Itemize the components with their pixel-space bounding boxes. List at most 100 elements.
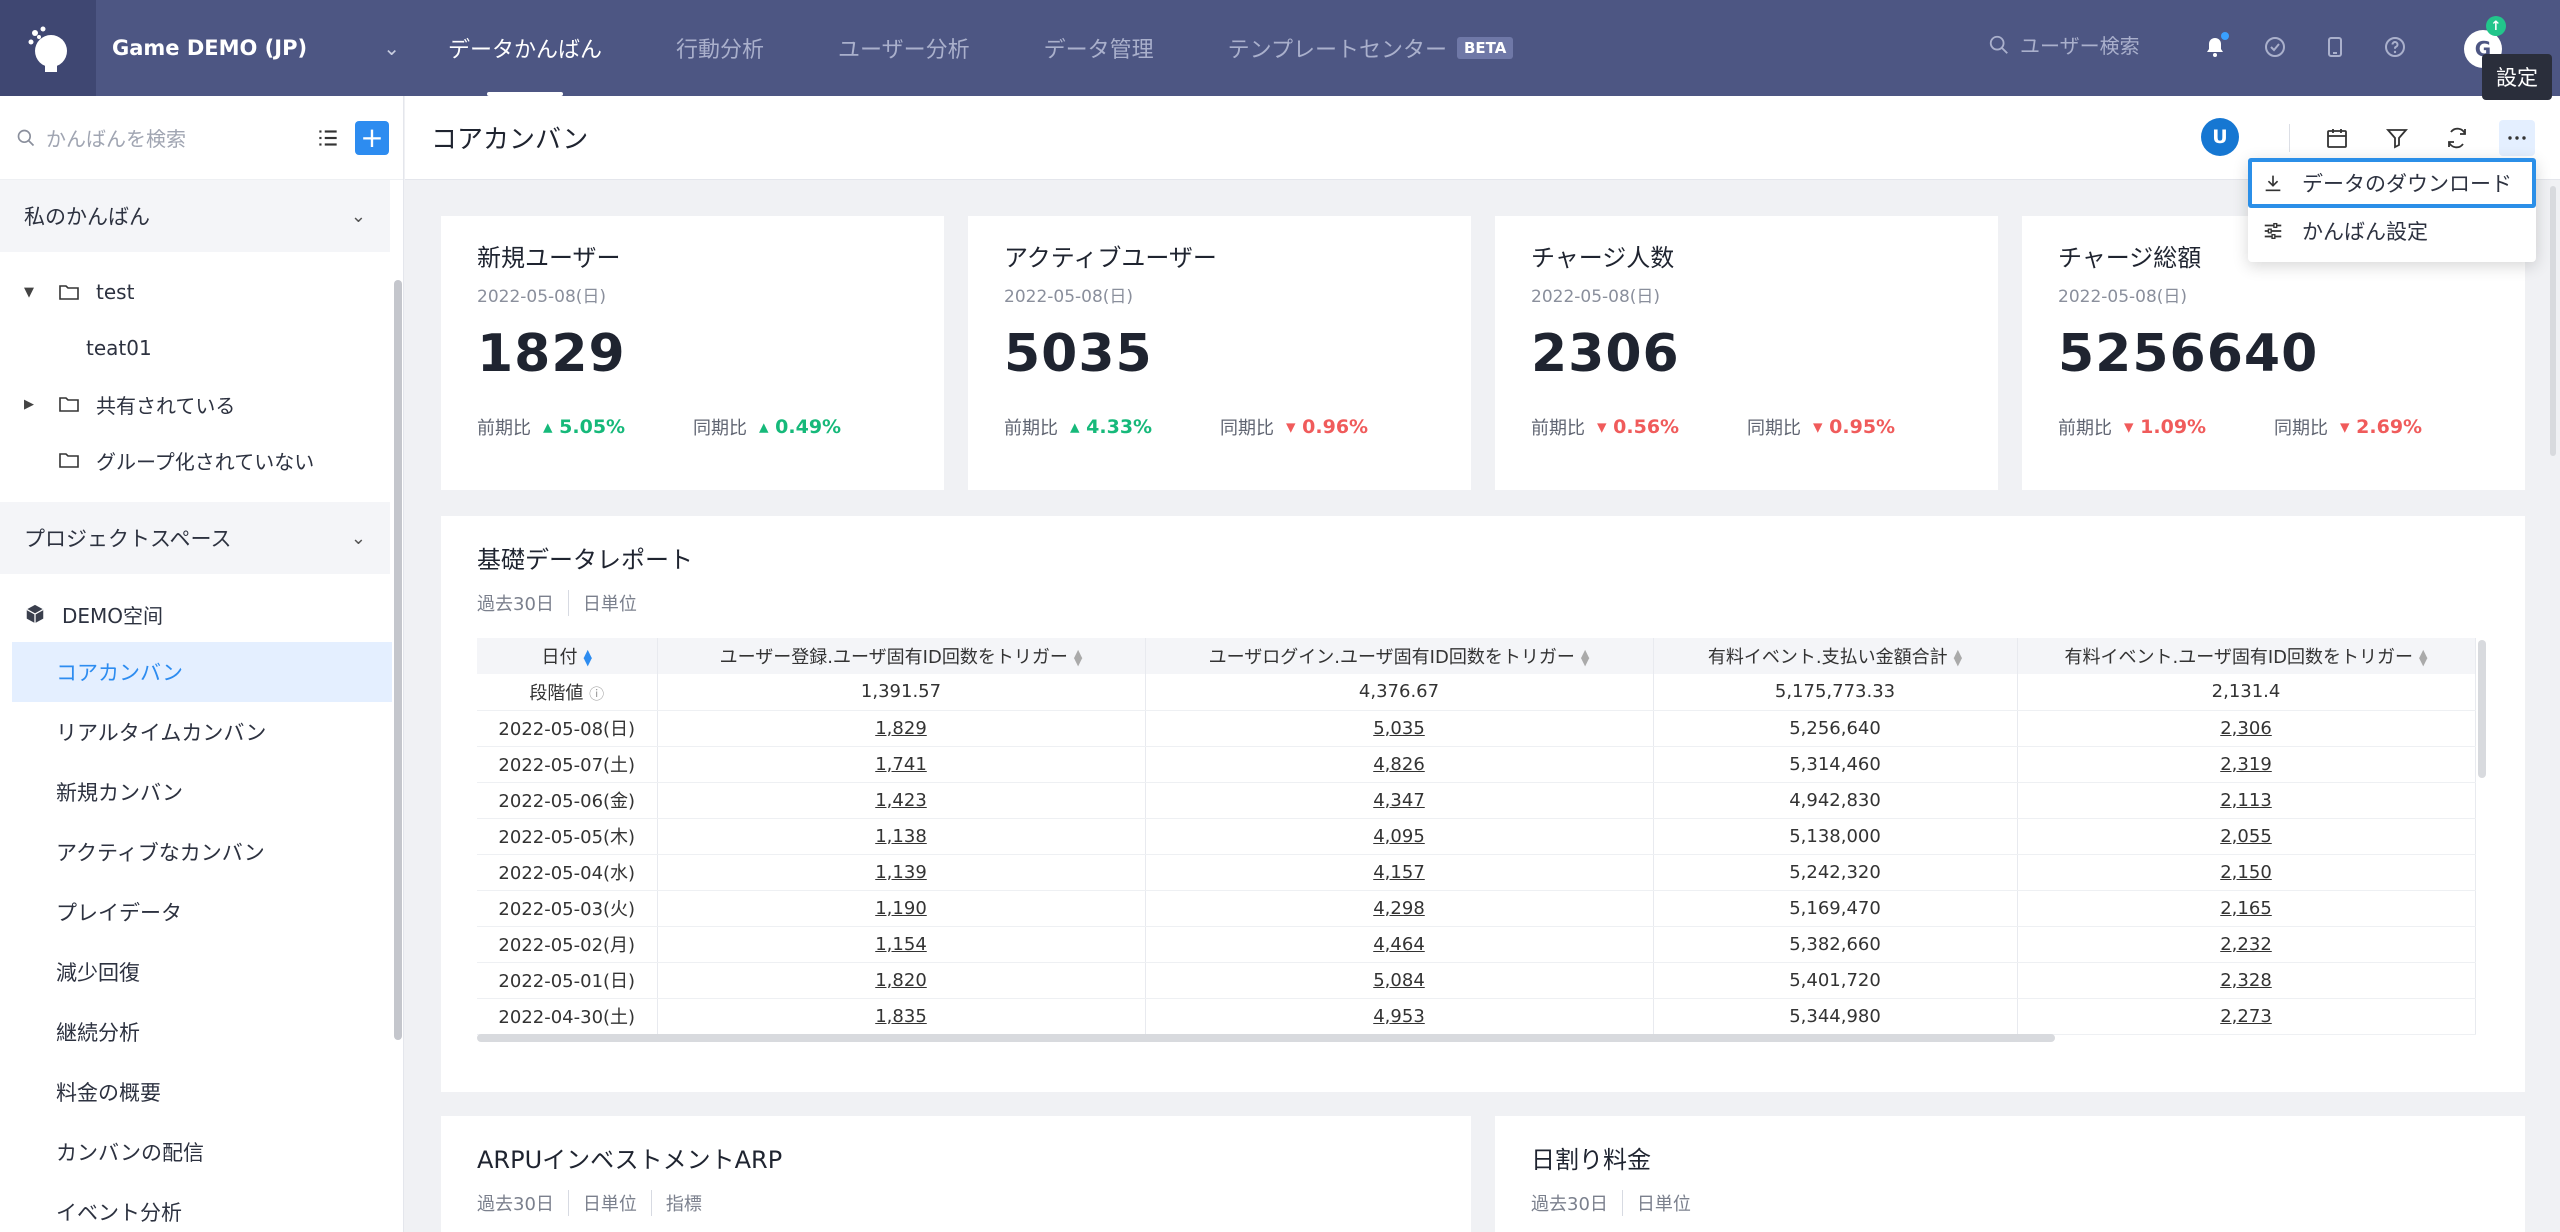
tasks-button[interactable] [2258, 30, 2292, 64]
nav-template-center[interactable]: テンプレートセンター BETA [1228, 0, 1514, 96]
table-link-cell[interactable]: 1,835 [657, 998, 1146, 1035]
table-link-cell[interactable]: 1,820 [657, 962, 1146, 999]
app-logo[interactable] [0, 0, 96, 96]
kanban-search-input[interactable]: かんばんを検索 [46, 123, 315, 152]
sidebar-item-play-data[interactable]: プレイデータ [12, 882, 392, 942]
table-link-cell[interactable]: 4,157 [1145, 854, 1654, 891]
table-horizontal-scrollbar[interactable] [477, 1034, 2055, 1042]
tree-folder-ungrouped[interactable]: グループ化されていない [0, 432, 403, 488]
nav-user-analysis[interactable]: ユーザー分析 [838, 0, 970, 96]
sidebar-item-active[interactable]: アクティブなカンバン [12, 822, 392, 882]
table-cell: 5,401,720 [1653, 962, 2018, 999]
column-header-registration[interactable]: ユーザー登録.ユーザ固有ID回数をトリガー ▲ ▼ [657, 638, 1146, 674]
sidebar-item-retention[interactable]: 継続分析 [12, 1002, 392, 1062]
notifications-button[interactable] [2198, 30, 2232, 64]
sidebar-item-distribution[interactable]: カンバンの配信 [12, 1122, 392, 1182]
table-link-cell[interactable]: 2,150 [2017, 854, 2476, 891]
tree-folder-test[interactable]: ▼ test [0, 264, 403, 320]
project-space-section[interactable]: プロジェクトスペース ⌄ [0, 502, 390, 574]
column-header-payment-count[interactable]: 有料イベント.ユーザ固有ID回数をトリガー ▲ ▼ [2017, 638, 2476, 674]
card-meta: 過去30日 日単位 [1531, 1190, 1705, 1216]
table-link-cell[interactable]: 5,035 [1145, 710, 1654, 747]
table-link-cell[interactable]: 2,273 [2017, 998, 2476, 1035]
column-header-date[interactable]: 日付 ▲ ▼ [477, 638, 658, 674]
sidebar-item-event-analysis[interactable]: イベント分析 [12, 1182, 392, 1232]
table-link-cell[interactable]: 2,232 [2017, 926, 2476, 963]
kpi-card-active-users[interactable]: アクティブユーザー 2022-05-08(日) 5035 前期比 ▴ 4.33% … [968, 216, 1471, 490]
table-vertical-scrollbar[interactable] [2478, 640, 2486, 778]
table-link-cell[interactable]: 1,829 [657, 710, 1146, 747]
summary-label: 段階値 ⓘ [477, 674, 658, 711]
table-link-cell[interactable]: 2,306 [2017, 710, 2476, 747]
nav-behavior-analysis[interactable]: 行動分析 [676, 0, 764, 96]
date-picker-button[interactable] [2319, 120, 2355, 156]
table-link-cell[interactable]: 2,328 [2017, 962, 2476, 999]
sort-icon[interactable]: ▲ ▼ [1954, 648, 1962, 667]
nav-data-management[interactable]: データ管理 [1044, 0, 1154, 96]
sidebar-item-churn-recovery[interactable]: 減少回復 [12, 942, 392, 1002]
space-demo[interactable]: DEMO空间 [0, 586, 403, 642]
table-link-cell[interactable]: 2,319 [2017, 746, 2476, 783]
table-cell: 2,131.4 [2017, 674, 2476, 711]
kpi-date: 2022-05-08(日) [2058, 287, 2188, 307]
table-link-cell[interactable]: 1,138 [657, 818, 1146, 855]
kpi-card-paying-users[interactable]: チャージ人数 2022-05-08(日) 2306 前期比 ▾ 0.56% 同期比… [1495, 216, 1998, 490]
column-header-login[interactable]: ユーザログイン.ユーザ固有ID回数をトリガー ▲ ▼ [1145, 638, 1654, 674]
check-circle-icon [2265, 37, 2285, 57]
tree-label: グループ化されていない [96, 449, 315, 474]
more-button[interactable] [2499, 120, 2535, 156]
sidebar-item-core-kanban[interactable]: コアカンバン [12, 642, 392, 702]
sort-icon[interactable]: ▲ ▼ [1074, 648, 1082, 667]
main-scrollbar[interactable] [2550, 186, 2556, 456]
sidebar-item-new[interactable]: 新規カンバン [12, 762, 392, 822]
table-link-cell[interactable]: 2,165 [2017, 890, 2476, 927]
table-link-cell[interactable]: 4,298 [1145, 890, 1654, 927]
table-link-cell[interactable]: 2,113 [2017, 782, 2476, 819]
sidebar-item-revenue-overview[interactable]: 料金の概要 [12, 1062, 392, 1122]
logo-icon [28, 26, 67, 72]
sort-icon[interactable]: ▲ ▼ [584, 648, 592, 667]
table-link-cell[interactable]: 4,953 [1145, 998, 1654, 1035]
my-kanban-section[interactable]: 私のかんばん ⌄ [0, 180, 390, 252]
menu-download-data[interactable]: データのダウンロード [2248, 158, 2536, 208]
kpi-date: 2022-05-08(日) [477, 287, 607, 307]
menu-kanban-settings[interactable]: かんばん設定 [2248, 208, 2536, 254]
table-link-cell[interactable]: 1,139 [657, 854, 1146, 891]
table-link-cell[interactable]: 1,741 [657, 746, 1146, 783]
project-selector[interactable]: Game DEMO (JP) ⌄ [96, 0, 406, 96]
table-link-cell[interactable]: 4,095 [1145, 818, 1654, 855]
table-cell: 2022-05-04(水) [477, 854, 658, 891]
table-link-cell[interactable]: 2,055 [2017, 818, 2476, 855]
sidebar-item-realtime[interactable]: リアルタイムカンバン [12, 702, 392, 762]
table-link-cell[interactable]: 1,190 [657, 890, 1146, 927]
tree-folder-shared[interactable]: ▶ 共有されている [0, 376, 403, 432]
table-link-cell[interactable]: 1,154 [657, 926, 1146, 963]
help-button[interactable] [2378, 30, 2412, 64]
nav-data-kanban[interactable]: データかんばん [448, 0, 602, 96]
sidebar-scrollbar[interactable] [394, 280, 402, 1040]
kpi-card-new-users[interactable]: 新規ユーザー 2022-05-08(日) 1829 前期比 ▴ 5.05% 同期比… [441, 216, 944, 490]
filter-button[interactable] [2379, 120, 2415, 156]
user-avatar[interactable]: U [2201, 118, 2239, 156]
table-link-cell[interactable]: 1,423 [657, 782, 1146, 819]
report-range: 過去30日 [477, 594, 554, 615]
sidebar-search: かんばんを検索 + [0, 96, 403, 180]
nav-label: テンプレートセンター [1227, 38, 1447, 63]
user-search[interactable]: ユーザー検索 [1988, 30, 2140, 59]
device-button[interactable] [2318, 30, 2352, 64]
list-view-icon[interactable] [315, 125, 341, 151]
tree-item-teat01[interactable]: teat01 [0, 320, 403, 376]
info-icon[interactable]: ⓘ [589, 685, 604, 703]
sort-icon[interactable]: ▲ ▼ [1581, 648, 1589, 667]
column-header-payment-sum[interactable]: 有料イベント.支払い金額合計 ▲ ▼ [1653, 638, 2018, 674]
table-link-cell[interactable]: 4,464 [1145, 926, 1654, 963]
more-menu: データのダウンロード かんばん設定 [2248, 158, 2536, 262]
refresh-button[interactable] [2439, 120, 2475, 156]
compare-label: 前期比 [2058, 418, 2112, 439]
table-cell: 4,942,830 [1653, 782, 2018, 819]
table-link-cell[interactable]: 4,826 [1145, 746, 1654, 783]
sort-icon[interactable]: ▲ ▼ [2419, 648, 2427, 667]
table-link-cell[interactable]: 5,084 [1145, 962, 1654, 999]
table-link-cell[interactable]: 4,347 [1145, 782, 1654, 819]
add-kanban-button[interactable]: + [355, 120, 389, 155]
